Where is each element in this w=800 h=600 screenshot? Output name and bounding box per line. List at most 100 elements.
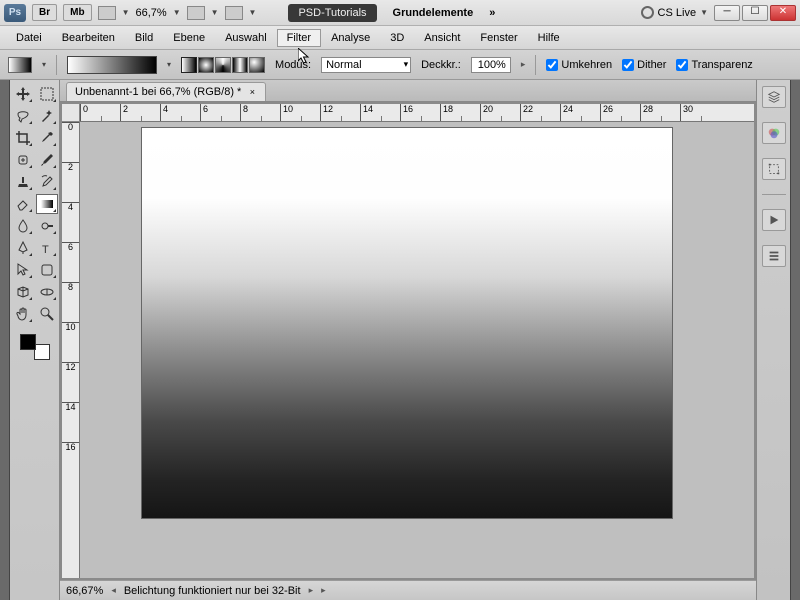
svg-text:T: T: [42, 244, 49, 256]
eraser-tool[interactable]: [12, 194, 34, 214]
layers-panel-button[interactable]: [762, 86, 786, 108]
status-nav-right-icon[interactable]: ▸: [309, 585, 314, 596]
minimize-button[interactable]: ─: [714, 5, 740, 21]
close-tab-icon[interactable]: ×: [247, 87, 257, 97]
3d-tool[interactable]: [12, 282, 34, 302]
history-panel-button[interactable]: [762, 245, 786, 267]
menu-filter[interactable]: Filter: [277, 29, 321, 47]
separator: [535, 55, 536, 75]
menu-bar: Datei Bearbeiten Bild Ebene Auswahl Filt…: [0, 26, 800, 50]
menu-ansicht[interactable]: Ansicht: [414, 29, 470, 47]
cslive-ring-icon: [641, 6, 654, 19]
ruler-horizontal[interactable]: 024681012141618202224262830: [80, 104, 754, 122]
dock-strip-right[interactable]: [790, 80, 800, 600]
screen-mode-icon[interactable]: [225, 6, 243, 20]
dock-strip-left[interactable]: [0, 80, 10, 600]
document-tab-row: Unbenannt-1 bei 66,7% (RGB/8) * ×: [60, 80, 756, 102]
menu-analyse[interactable]: Analyse: [321, 29, 380, 47]
menu-auswahl[interactable]: Auswahl: [215, 29, 277, 47]
workspace-grundelemente[interactable]: Grundelemente: [383, 4, 484, 22]
gradient-tool[interactable]: [36, 194, 58, 214]
menu-hilfe[interactable]: Hilfe: [528, 29, 570, 47]
foreground-color-swatch[interactable]: [20, 334, 36, 350]
dither-checkbox[interactable]: Dither: [622, 59, 666, 71]
blur-tool[interactable]: [12, 216, 34, 236]
history-brush-tool[interactable]: [36, 172, 58, 192]
status-message: Belichtung funktioniert nur bei 32-Bit: [124, 585, 301, 597]
color-swatches[interactable]: [18, 332, 52, 362]
menu-fenster[interactable]: Fenster: [470, 29, 527, 47]
background-color-swatch[interactable]: [34, 344, 50, 360]
cs-live-label: CS Live: [658, 7, 697, 19]
healing-brush-tool[interactable]: [12, 150, 34, 170]
panel-dock-right: [756, 80, 790, 600]
menu-ebene[interactable]: Ebene: [163, 29, 215, 47]
magic-wand-tool[interactable]: [36, 106, 58, 126]
panel-divider: [762, 194, 786, 195]
brush-tool[interactable]: [36, 150, 58, 170]
move-tool[interactable]: [12, 84, 34, 104]
menu-bearbeiten[interactable]: Bearbeiten: [52, 29, 125, 47]
mode-combo[interactable]: Normal: [321, 57, 411, 73]
menu-datei[interactable]: Datei: [6, 29, 52, 47]
transparency-checkbox[interactable]: Transparenz: [676, 59, 752, 71]
gradient-reflected-button[interactable]: [232, 57, 248, 73]
arrange-docs-icon[interactable]: [187, 6, 205, 20]
pen-tool[interactable]: [12, 238, 34, 258]
gradient-picker[interactable]: [67, 56, 157, 74]
opacity-input[interactable]: 100%: [471, 57, 511, 73]
ruler-vertical[interactable]: 0246810121416: [62, 122, 80, 578]
actions-panel-button[interactable]: [762, 209, 786, 231]
zoom-display[interactable]: 66,7%: [136, 7, 167, 19]
opacity-label: Deckkr.:: [421, 59, 461, 71]
status-zoom[interactable]: 66,67%: [66, 585, 103, 597]
gradient-diamond-button[interactable]: [249, 57, 265, 73]
gradient-angle-button[interactable]: [215, 57, 231, 73]
eyedropper-tool[interactable]: [36, 128, 58, 148]
marquee-tool[interactable]: [36, 84, 58, 104]
canvas-viewport[interactable]: 024681012141618202224262830 024681012141…: [62, 104, 754, 578]
transparency-label: Transparenz: [691, 59, 752, 71]
workspace: T Unbenannt-1 bei 66,7% (RGB/8) * × 0246…: [0, 80, 800, 600]
type-tool[interactable]: T: [36, 238, 58, 258]
3d-camera-tool[interactable]: [36, 282, 58, 302]
workspace-more-icon[interactable]: »: [489, 7, 495, 19]
hand-tool[interactable]: [12, 304, 34, 324]
reverse-checkbox[interactable]: Umkehren: [546, 59, 612, 71]
cs-live-button[interactable]: CS Live ▼: [641, 6, 708, 19]
dodge-tool[interactable]: [36, 216, 58, 236]
gradient-linear-button[interactable]: [181, 57, 197, 73]
clone-stamp-tool[interactable]: [12, 172, 34, 192]
status-nav-left-icon[interactable]: ◂: [111, 585, 116, 596]
path-select-tool[interactable]: [12, 260, 34, 280]
crop-tool[interactable]: [12, 128, 34, 148]
caret-icon: ▼: [211, 8, 219, 17]
channels-panel-button[interactable]: [762, 122, 786, 144]
caret-icon: ▼: [173, 8, 181, 17]
menu-3d[interactable]: 3D: [380, 29, 414, 47]
canvas[interactable]: [142, 128, 672, 518]
opacity-flyout-icon[interactable]: ▸: [521, 59, 526, 70]
zoom-tool[interactable]: [36, 304, 58, 324]
reverse-label: Umkehren: [561, 59, 612, 71]
view-extras-icon[interactable]: [98, 6, 116, 20]
lasso-tool[interactable]: [12, 106, 34, 126]
maximize-button[interactable]: ☐: [742, 5, 768, 21]
document-tab[interactable]: Unbenannt-1 bei 66,7% (RGB/8) * ×: [66, 82, 266, 101]
caret-icon: ▼: [700, 8, 708, 17]
ruler-origin[interactable]: [62, 104, 80, 122]
shape-tool[interactable]: [36, 260, 58, 280]
photoshop-logo-icon: Ps: [4, 4, 26, 22]
minibridge-chip[interactable]: Mb: [63, 4, 91, 21]
caret-icon: ▾: [167, 60, 171, 69]
status-flyout-icon[interactable]: ▸: [321, 585, 326, 596]
menu-bild[interactable]: Bild: [125, 29, 163, 47]
bridge-chip[interactable]: Br: [32, 4, 57, 21]
tool-preset-picker[interactable]: [8, 57, 32, 73]
document-tab-title: Unbenannt-1 bei 66,7% (RGB/8) *: [75, 86, 241, 98]
close-button[interactable]: ✕: [770, 5, 796, 21]
gradient-radial-button[interactable]: [198, 57, 214, 73]
paths-panel-button[interactable]: [762, 158, 786, 180]
workspace-psd-tutorials[interactable]: PSD-Tutorials: [288, 4, 376, 22]
options-bar: ▾ ▾ Modus: Normal Deckkr.: 100% ▸ Umkehr…: [0, 50, 800, 80]
